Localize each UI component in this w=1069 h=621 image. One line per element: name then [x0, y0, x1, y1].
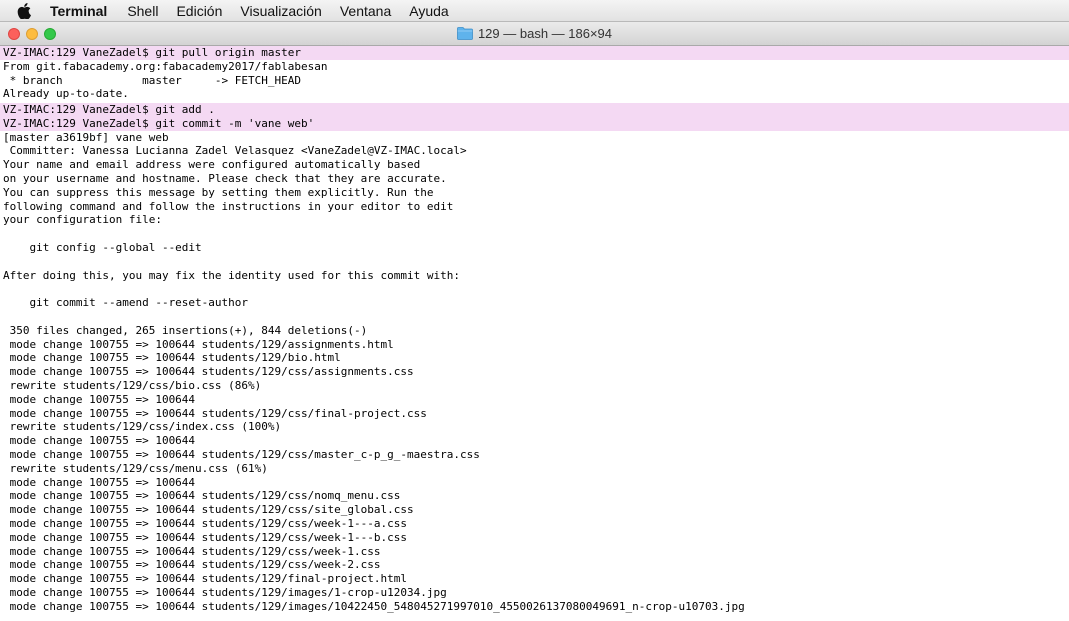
- menu-visualizacion[interactable]: Visualización: [240, 3, 321, 19]
- terminal-output-line: mode change 100755 => 100644: [3, 475, 196, 489]
- terminal-output-line: mode change 100755 => 100644 students/12…: [3, 558, 381, 572]
- terminal-output-line: Committer: Vanessa Lucianna Zadel Velasq…: [3, 144, 467, 158]
- folder-icon: [457, 27, 473, 40]
- terminal-output-line: mode change 100755 => 100644: [3, 434, 196, 448]
- terminal-output-line: your configuration file:: [3, 213, 162, 227]
- terminal-output-line: rewrite students/129/css/menu.css (61%): [3, 461, 268, 475]
- terminal-prompt-line: VZ-IMAC:129 VaneZadel$ git commit -m 'va…: [0, 116, 1069, 131]
- window-title-text: 129 — bash — 186×94: [477, 26, 613, 41]
- terminal-output-line: rewrite students/129/css/bio.css (86%): [3, 379, 262, 393]
- terminal-output-line: mode change 100755 => 100644 students/12…: [3, 530, 407, 544]
- terminal-output-line: * branch master -> FETCH_HEAD: [3, 73, 302, 87]
- terminal-output-line: mode change 100755 => 100644 students/12…: [3, 489, 401, 503]
- terminal-output-line: You can suppress this message by setting…: [3, 185, 434, 199]
- terminal-output-line: mode change 100755 => 100644 students/12…: [3, 337, 394, 351]
- terminal-output-line: mode change 100755 => 100644 students/12…: [3, 351, 341, 365]
- terminal-output-line: From git.fabacademy.org:fabacademy2017/f…: [3, 59, 328, 73]
- terminal-output-line: mode change 100755 => 100644 students/12…: [3, 599, 745, 613]
- terminal-output-line: mode change 100755 => 100644 students/12…: [3, 585, 447, 599]
- terminal-output-line: on your username and hostname. Please ch…: [3, 172, 447, 186]
- window-title-bar[interactable]: 129 — bash — 186×94: [0, 22, 1069, 46]
- menu-shell[interactable]: Shell: [127, 3, 158, 19]
- terminal-output-line: mode change 100755 => 100644 students/12…: [3, 365, 414, 379]
- apple-logo-icon[interactable]: [17, 2, 31, 19]
- terminal-output-line: mode change 100755 => 100644 students/12…: [3, 544, 381, 558]
- window-title: 129 — bash — 186×94: [0, 22, 1069, 45]
- menu-ventana[interactable]: Ventana: [340, 3, 391, 19]
- terminal-output-line: After doing this, you may fix the identi…: [3, 268, 460, 282]
- menu-edicion[interactable]: Edición: [176, 3, 222, 19]
- terminal-output-line: mode change 100755 => 100644 students/12…: [3, 406, 427, 420]
- terminal-output-line: git commit --amend --reset-author: [3, 296, 249, 310]
- terminal-output-line: mode change 100755 => 100644: [3, 392, 196, 406]
- terminal-output-line: [master a3619bf] vane web: [3, 130, 169, 144]
- terminal-output-line: rewrite students/129/css/index.css (100%…: [3, 420, 282, 434]
- terminal-output-line: mode change 100755 => 100644 students/12…: [3, 503, 414, 517]
- terminal-output[interactable]: VZ-IMAC:129 VaneZadel$ git pull origin m…: [0, 46, 1069, 621]
- menu-ayuda[interactable]: Ayuda: [409, 3, 448, 19]
- terminal-output-line: 350 files changed, 265 insertions(+), 84…: [3, 323, 368, 337]
- terminal-output-line: mode change 100755 => 100644 students/12…: [3, 448, 480, 461]
- menu-app-terminal[interactable]: Terminal: [50, 3, 107, 19]
- terminal-prompt-line: VZ-IMAC:129 VaneZadel$ git pull origin m…: [0, 46, 1069, 60]
- terminal-output-line: mode change 100755 => 100644 students/12…: [3, 516, 407, 530]
- terminal-output-line: mode change 100755 => 100644 students/12…: [3, 572, 407, 586]
- terminal-output-line: following command and follow the instruc…: [3, 199, 454, 213]
- terminal-output-line: git config --global --edit: [3, 241, 202, 255]
- menu-bar: Terminal Shell Edición Visualización Ven…: [0, 0, 1069, 22]
- terminal-prompt-line: VZ-IMAC:129 VaneZadel$ git add .: [0, 103, 1069, 117]
- terminal-output-line: Your name and email address were configu…: [3, 158, 421, 172]
- terminal-output-line: Already up-to-date.: [3, 87, 129, 101]
